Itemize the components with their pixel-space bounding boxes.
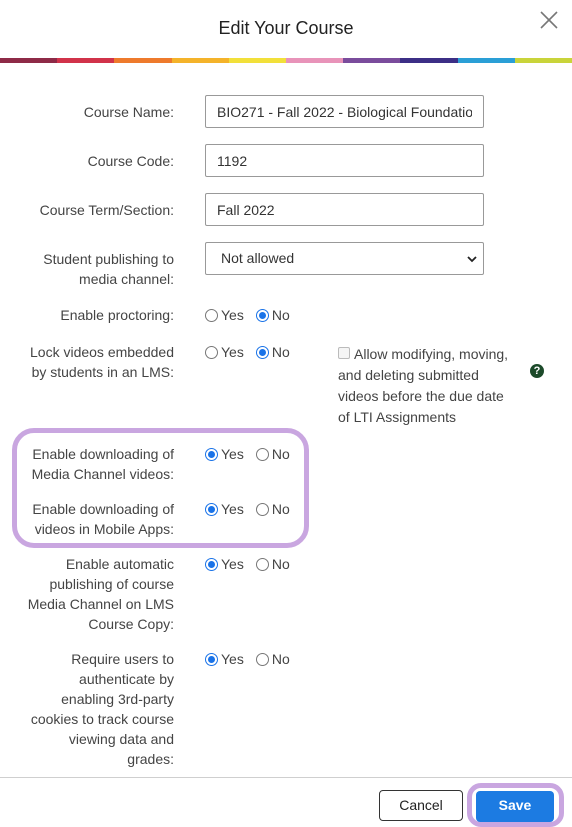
student-publishing-label: Student publishing to media channel: — [43, 249, 174, 289]
dialog-header: Edit Your Course — [0, 0, 572, 60]
lock-videos-no-radio[interactable] — [255, 345, 269, 359]
help-icon[interactable]: ? — [530, 364, 544, 378]
proctoring-no-radio[interactable] — [255, 308, 269, 322]
download-channel-yes-radio[interactable] — [205, 447, 218, 461]
chevron-down-icon — [467, 256, 477, 263]
allow-modifying-checkbox[interactable] — [338, 347, 350, 359]
stripe-segment — [228, 58, 287, 63]
stripe-segment — [171, 58, 229, 63]
proctoring-yes-radio[interactable] — [205, 308, 218, 322]
download-mobile-label-line1: Enable downloading of — [32, 501, 174, 517]
save-button[interactable]: Save — [476, 791, 554, 822]
download-mobile-yes-label: Yes — [221, 501, 244, 517]
third-party-label-line6: grades: — [127, 751, 174, 767]
cancel-button[interactable]: Cancel — [379, 790, 463, 821]
download-mobile-no-label: No — [271, 501, 290, 517]
close-icon[interactable] — [538, 9, 560, 31]
allow-modifying-line3: videos before the due date — [338, 388, 504, 404]
lock-videos-yes-radio[interactable] — [205, 345, 218, 359]
third-party-radio-group: Yes No — [205, 649, 302, 669]
course-code-label: Course Code: — [87, 153, 174, 169]
third-party-label: Require users to authenticate by enablin… — [31, 649, 174, 769]
course-term-input[interactable] — [205, 193, 484, 226]
download-channel-yes-label: Yes — [221, 446, 244, 462]
allow-modifying-option: Allow modifying, moving, and deleting su… — [338, 344, 538, 428]
student-publishing-select[interactable]: Not allowed — [205, 242, 484, 275]
download-mobile-yes-radio[interactable] — [205, 502, 218, 516]
auto-publish-no-radio[interactable] — [255, 557, 269, 571]
allow-modifying-line1: Allow modifying, moving, — [354, 346, 509, 362]
dialog-title: Edit Your Course — [218, 18, 354, 38]
download-channel-label: Enable downloading of Media Channel vide… — [32, 444, 174, 484]
download-mobile-no-radio[interactable] — [255, 502, 269, 516]
stripe-segment — [400, 58, 458, 63]
lock-videos-radio-group: Yes No — [205, 342, 302, 362]
auto-publish-label-line4: Course Copy: — [88, 616, 174, 632]
third-party-no-radio[interactable] — [255, 652, 269, 666]
proctoring-label: Enable proctoring: — [60, 307, 174, 323]
download-mobile-label-line2: videos in Mobile Apps: — [34, 521, 174, 537]
auto-publish-label-line2: publishing of course — [49, 576, 174, 592]
allow-modifying-line2: and deleting submitted — [338, 367, 479, 383]
student-publishing-label-line1: Student publishing to — [43, 251, 174, 267]
third-party-label-line3: enabling 3rd-party — [61, 691, 174, 707]
lock-videos-no-label: No — [271, 344, 290, 360]
stripe-segment — [514, 58, 572, 63]
download-channel-label-line1: Enable downloading of — [32, 446, 174, 462]
course-code-input[interactable] — [205, 144, 484, 177]
auto-publish-label-line1: Enable automatic — [65, 556, 174, 572]
third-party-label-line2: authenticate by — [79, 671, 174, 687]
lock-videos-label-line2: by students in an LMS: — [31, 364, 174, 380]
proctoring-radio-group: Yes No — [205, 305, 302, 325]
student-publishing-label-line2: media channel: — [79, 271, 174, 287]
download-channel-no-label: No — [271, 446, 290, 462]
auto-publish-radio-group: Yes No — [205, 554, 302, 574]
footer-divider — [0, 777, 572, 778]
student-publishing-value: Not allowed — [221, 250, 295, 266]
stripe-segment — [343, 58, 401, 63]
auto-publish-yes-radio[interactable] — [205, 557, 218, 571]
stripe-segment — [57, 58, 115, 63]
third-party-label-line1: Require users to — [71, 651, 174, 667]
stripe-segment — [114, 58, 172, 63]
auto-publish-label-line3: Media Channel on LMS — [27, 596, 174, 612]
color-stripe — [0, 58, 572, 63]
stripe-segment — [457, 58, 515, 63]
stripe-segment — [286, 58, 344, 63]
lock-videos-yes-label: Yes — [221, 344, 244, 360]
auto-publish-label: Enable automatic publishing of course Me… — [28, 554, 174, 634]
course-name-input[interactable] — [205, 95, 484, 128]
lock-videos-label-line1: Lock videos embedded — [30, 344, 174, 360]
third-party-no-label: No — [271, 651, 290, 667]
proctoring-yes-label: Yes — [221, 307, 244, 323]
third-party-label-line5: viewing data and — [68, 731, 174, 747]
third-party-yes-label: Yes — [221, 651, 244, 667]
auto-publish-no-label: No — [271, 556, 290, 572]
download-mobile-radio-group: Yes No — [205, 499, 302, 519]
third-party-label-line4: cookies to track course — [30, 711, 174, 727]
proctoring-no-label: No — [271, 307, 290, 323]
auto-publish-yes-label: Yes — [221, 556, 244, 572]
allow-modifying-line4: of LTI Assignments — [338, 409, 457, 425]
third-party-yes-radio[interactable] — [205, 652, 218, 666]
course-name-label: Course Name: — [83, 104, 174, 120]
stripe-segment — [0, 58, 58, 63]
course-term-label: Course Term/Section: — [39, 202, 174, 218]
download-channel-radio-group: Yes No — [205, 444, 302, 464]
download-channel-label-line2: Media Channel videos: — [31, 466, 174, 482]
download-mobile-label: Enable downloading of videos in Mobile A… — [32, 499, 174, 539]
download-channel-no-radio[interactable] — [255, 447, 269, 461]
lock-videos-label: Lock videos embedded by students in an L… — [30, 342, 174, 382]
